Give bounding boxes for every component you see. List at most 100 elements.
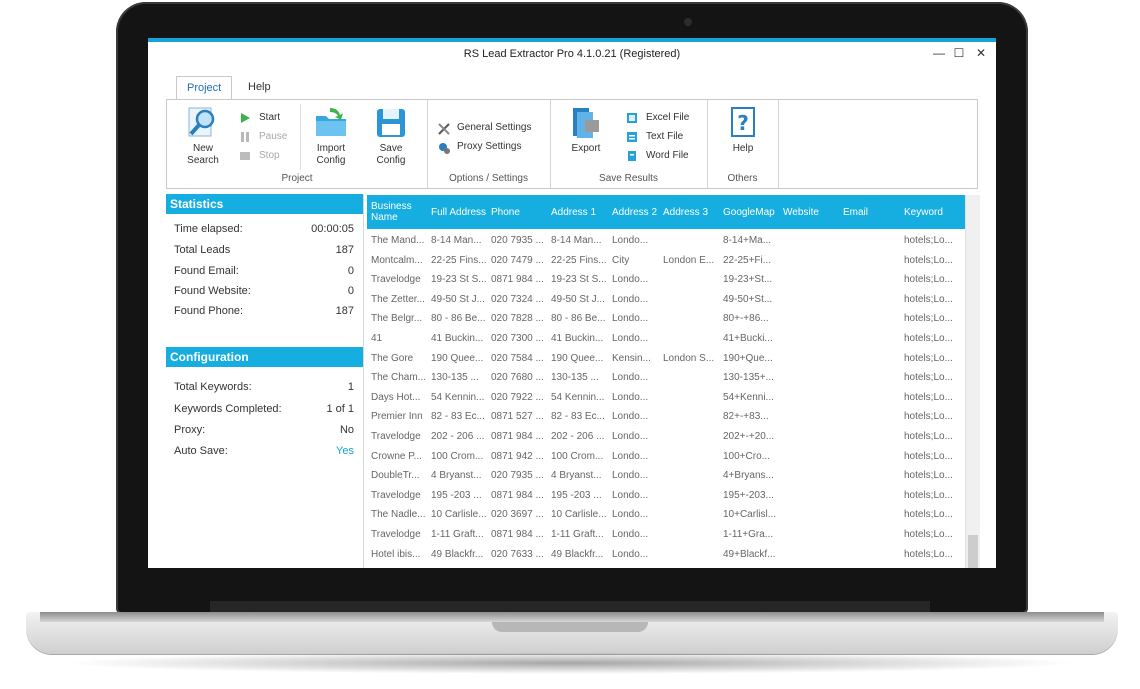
stop-icon: [239, 150, 251, 162]
pause-button[interactable]: Pause: [237, 129, 287, 145]
column-header[interactable]: Address 3: [663, 195, 719, 229]
table-cell: hotels;Lo...: [904, 313, 953, 325]
auto-save-link[interactable]: Yes: [336, 442, 354, 460]
word-file-button[interactable]: Word File: [624, 148, 689, 164]
table-cell: 1-11 Graft...: [551, 529, 604, 540]
table-row[interactable]: Travelodge 1-11 Graft... 0871 984 ... 1-11 …: [367, 525, 965, 545]
column-header[interactable]: Website: [783, 195, 839, 229]
table-cell: 020 7324 ...: [491, 293, 544, 305]
table-cell: 8-14 Man...: [551, 235, 602, 246]
table-cell: 49-50 St J...: [431, 293, 485, 305]
scrollbar-thumb[interactable]: [968, 535, 978, 568]
column-header[interactable]: Keyword: [904, 195, 960, 229]
config-value: No: [339, 424, 354, 436]
table-cell: 1-11+Gra...: [723, 529, 774, 540]
tools-icon: [437, 122, 450, 135]
configuration-header: Configuration: [166, 347, 363, 367]
table-cell: [843, 505, 899, 525]
table-cell: [843, 545, 899, 565]
text-file-button[interactable]: Text File: [624, 129, 683, 145]
table-cell: [663, 505, 719, 525]
tab-help[interactable]: Help: [238, 76, 281, 98]
group-label-save-results: Save Results: [599, 173, 658, 184]
table-row[interactable]: The Belgr... 80 - 86 Be... 020 7828 ... 80 …: [367, 309, 965, 329]
results-grid: Business Name Full Address Phone Address 1A…: [367, 195, 965, 568]
table-row[interactable]: Travelodge 19-23 St S... 0871 984 ... 19-23…: [367, 270, 965, 290]
import-config-button[interactable]: Import Config: [307, 106, 355, 167]
laptop-notch: [492, 622, 648, 632]
table-row[interactable]: The Nadle... 10 Carlisle... 020 3697 ... 10…: [367, 505, 965, 525]
help-button[interactable]: ? Help: [719, 106, 767, 155]
minimize-button[interactable]: —: [930, 45, 948, 61]
table-cell: 0871 984 ...: [491, 431, 544, 442]
text-file-label: Text File: [646, 131, 684, 142]
table-cell: [783, 349, 839, 369]
table-cell: 82+-+83...: [723, 411, 769, 423]
stat-value: 00:00:05: [311, 223, 354, 235]
column-header[interactable]: Full Address: [431, 195, 487, 229]
table-cell: hotels;Lo...: [904, 431, 953, 442]
table-cell: [783, 290, 839, 310]
laptop-base-edge: [40, 612, 1104, 622]
config-label: Auto Save:: [174, 445, 228, 457]
word-icon: [626, 150, 638, 162]
column-header[interactable]: Address 1: [551, 195, 607, 229]
divider: [300, 104, 301, 170]
column-header[interactable]: Email: [843, 195, 899, 229]
table-cell: [843, 251, 899, 271]
table-row[interactable]: The Cham... 130-135 ... 020 7680 ... 130-13…: [367, 368, 965, 388]
table-cell: [783, 505, 839, 525]
config-value: 1: [347, 381, 354, 393]
proxy-settings-button[interactable]: Proxy Settings: [435, 139, 521, 155]
table-row[interactable]: Montcalm... 22-25 Fins... 020 7479 ... 22-2…: [367, 251, 965, 271]
table-cell: 49-50+St...: [723, 293, 773, 305]
column-header[interactable]: GoogleMap: [723, 195, 779, 229]
table-row[interactable]: The Gore 190 Quee... 020 7584 ... 190 Quee.…: [367, 349, 965, 369]
save-config-button[interactable]: Save Config: [367, 106, 415, 167]
table-cell: 202 - 206 ...: [431, 431, 485, 442]
column-header[interactable]: Business Name: [371, 195, 427, 229]
table-row[interactable]: DoubleTr... 4 Bryanst... 020 7935 ... 4 Bry…: [367, 466, 965, 486]
table-cell: [783, 486, 839, 506]
table-row[interactable]: Travelodge 202 - 206 ... 0871 984 ... 202 -…: [367, 427, 965, 447]
table-cell: 4 Bryanst...: [551, 470, 602, 482]
stat-found-website: Found Website: 0: [174, 282, 354, 300]
tab-project[interactable]: Project: [176, 76, 233, 100]
table-cell: [663, 466, 719, 486]
table-cell: 0871 984 ...: [491, 489, 544, 501]
table-cell: [843, 388, 899, 408]
table-row[interactable]: Travelodge 195 -203 ... 0871 984 ... 195 -2…: [367, 486, 965, 506]
table-cell: Londo...: [612, 450, 649, 462]
table-row[interactable]: The Zetter... 49-50 St J... 020 7324 ... 49…: [367, 290, 965, 310]
stop-label: Stop: [259, 150, 280, 161]
excel-file-button[interactable]: Excel File: [624, 110, 689, 126]
table-row[interactable]: Days Hot... 54 Kennin... 020 7922 ... 54 Ke…: [367, 388, 965, 408]
table-cell: The Nadle...: [371, 509, 426, 521]
table-cell: Londo...: [612, 391, 649, 403]
stat-total-leads: Total Leads 187: [174, 241, 354, 259]
table-cell: hotels;Lo...: [904, 235, 953, 246]
table-cell: 020 7300 ...: [491, 333, 544, 344]
table-cell: [783, 309, 839, 329]
general-settings-button[interactable]: General Settings: [435, 120, 532, 136]
table-cell: 41 Buckin...: [431, 333, 484, 344]
table-cell: 8-14 Man...: [431, 235, 482, 246]
column-header[interactable]: Address 2: [612, 195, 658, 229]
close-button[interactable]: ✕: [972, 45, 990, 61]
table-cell: 10 Carlisle...: [431, 509, 487, 521]
stop-button[interactable]: Stop: [237, 148, 280, 164]
table-row[interactable]: The Mand... 8-14 Man... 020 7935 ... 8-14 M…: [367, 231, 965, 251]
maximize-button[interactable]: ☐: [950, 45, 968, 61]
export-button[interactable]: Export: [562, 106, 610, 155]
table-row[interactable]: Crowne P... 100 Crom... 0871 942 ... 100 Cr…: [367, 447, 965, 467]
start-button[interactable]: Start: [237, 110, 280, 126]
table-cell: 020 7633 ...: [491, 548, 544, 560]
table-cell: hotels;Lo...: [904, 411, 953, 423]
table-cell: Londo...: [612, 470, 649, 482]
table-row[interactable]: Premier Inn 82 - 83 Ec... 0871 527 ... 82 -…: [367, 407, 965, 427]
table-row[interactable]: 41 41 Buckin... 020 7300 ... 41 Buckin... Lo…: [367, 329, 965, 349]
grid-scrollbar[interactable]: [965, 195, 980, 568]
column-header[interactable]: Phone: [491, 195, 547, 229]
new-search-button[interactable]: New Search: [179, 106, 227, 167]
table-row[interactable]: Hotel ibis... 49 Blackfr... 020 7633 ... 49…: [367, 545, 965, 565]
